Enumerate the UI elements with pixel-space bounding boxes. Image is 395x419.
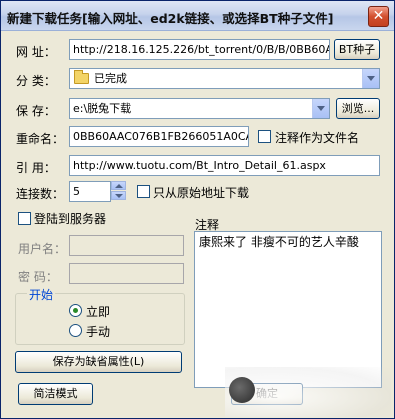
password-label: 密 码： xyxy=(18,270,58,284)
chevron-down-icon[interactable] xyxy=(362,69,379,88)
url-input[interactable]: http://218.16.125.226/bt_torrent/0/B/B/0… xyxy=(69,39,330,60)
reference-input[interactable]: http://www.tuotu.com/Bt_Intro_Detail_61.… xyxy=(69,155,380,176)
login-server-checkbox[interactable] xyxy=(18,212,31,225)
start-now-radio[interactable] xyxy=(69,304,82,317)
close-button[interactable]: ✕ xyxy=(368,6,389,27)
chevron-down-icon[interactable] xyxy=(312,99,329,118)
origin-only-label: 只从原始地址下载 xyxy=(153,186,250,200)
username-input[interactable] xyxy=(69,235,184,256)
simple-mode-button[interactable]: 简洁模式 xyxy=(18,383,93,405)
notes-textarea[interactable]: 康熙来了 非瘦不可的艺人辛酸 xyxy=(194,231,382,388)
rename-label: 重命名： xyxy=(16,132,65,146)
stepper-up-icon[interactable] xyxy=(111,181,126,190)
password-input[interactable] xyxy=(69,263,184,284)
start-now-label: 立即 xyxy=(86,305,111,319)
watermark-logo-icon xyxy=(229,377,255,403)
url-label: 网 址： xyxy=(16,45,56,59)
comment-as-name-label: 注释作为文件名 xyxy=(275,131,360,145)
category-select[interactable]: 已完成 xyxy=(69,68,380,89)
category-value: 已完成 xyxy=(94,72,127,85)
new-download-dialog: 新建下载任务[输入网址、ed2k链接、或选择BT种子文件] ✕ 网 址： htt… xyxy=(0,0,395,419)
save-path-select[interactable]: e:\脱兔下载 xyxy=(69,98,330,119)
category-label: 分 类： xyxy=(16,74,56,88)
origin-only-checkbox[interactable] xyxy=(137,185,150,198)
rename-input[interactable]: 0BB60AAC076B1FB266051A0CA5CE xyxy=(69,126,249,147)
connections-label: 连接数： xyxy=(16,187,65,201)
start-manual-label: 手动 xyxy=(86,325,111,339)
save-path-value: e:\脱兔下载 xyxy=(73,102,132,115)
start-manual-radio[interactable] xyxy=(69,324,82,337)
reference-label: 引 用： xyxy=(16,161,56,175)
start-group-label: 开始 xyxy=(27,286,56,303)
connections-input[interactable]: 5 xyxy=(69,181,111,202)
folder-icon xyxy=(74,70,89,84)
browse-button[interactable]: 浏览... xyxy=(336,98,380,119)
connections-stepper[interactable] xyxy=(111,181,126,200)
dialog-title: 新建下载任务[输入网址、ed2k链接、或选择BT种子文件] xyxy=(7,11,334,26)
comment-as-name-checkbox[interactable] xyxy=(258,130,271,143)
save-label: 保 存： xyxy=(16,104,56,118)
save-default-button[interactable]: 保存为缺省属性(L) xyxy=(15,351,182,373)
login-server-label: 登陆到服务器 xyxy=(34,212,107,226)
title-bar[interactable]: 新建下载任务[输入网址、ed2k链接、或选择BT种子文件] ✕ xyxy=(1,1,394,31)
stepper-down-icon[interactable] xyxy=(111,191,126,200)
close-icon: ✕ xyxy=(372,8,385,24)
bt-seed-button[interactable]: BT种子 xyxy=(334,39,380,60)
username-label: 用户名： xyxy=(18,242,67,256)
